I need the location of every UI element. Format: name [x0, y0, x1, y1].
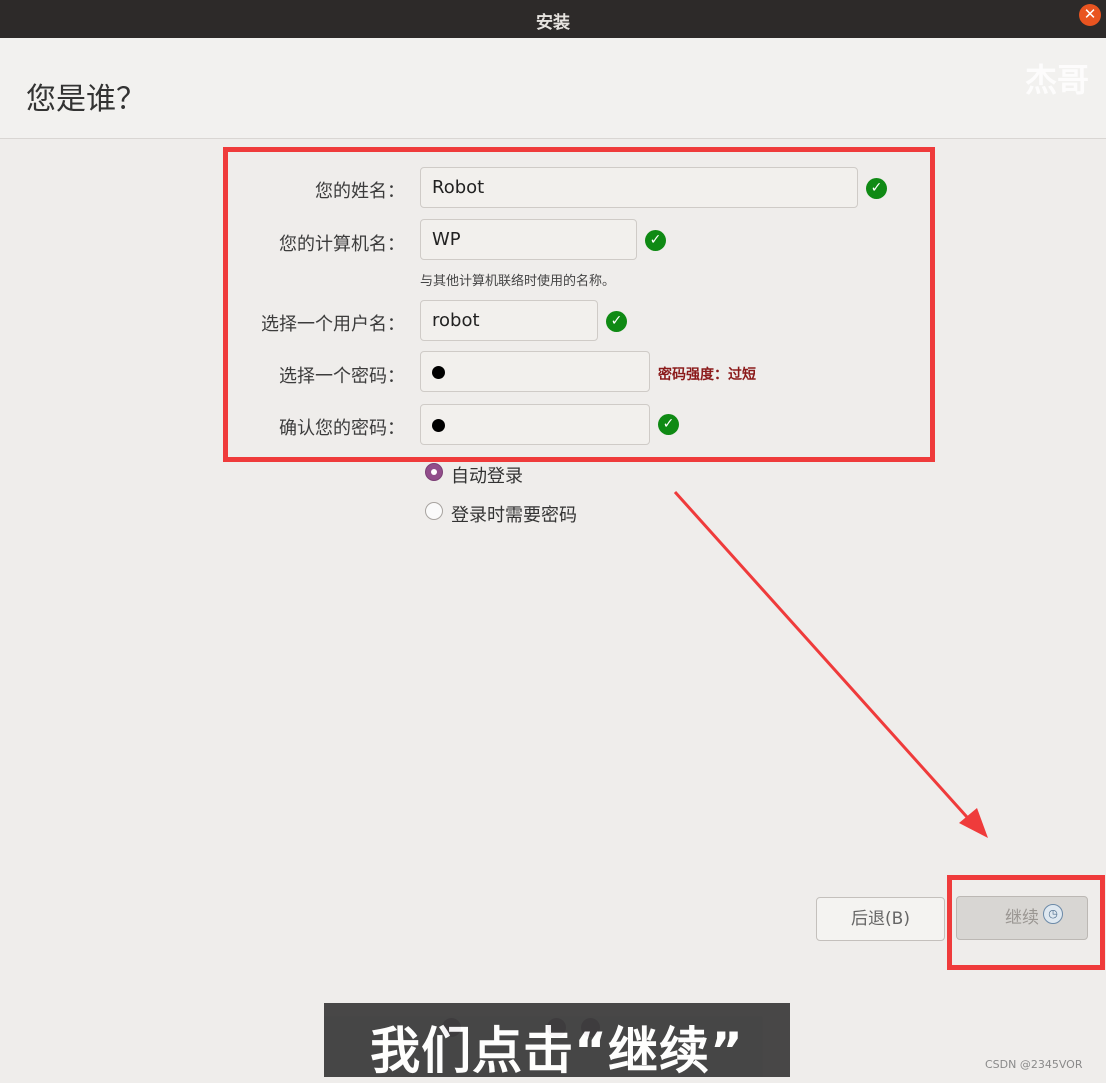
- credit-watermark: CSDN @2345VOR: [985, 1058, 1083, 1071]
- subtitle-caption: 我们点击“继续”: [370, 1022, 744, 1080]
- subtitle-bar: 我们点击“继续”: [324, 1003, 790, 1080]
- continue-highlight-box: [947, 875, 1105, 970]
- back-button[interactable]: 后退(B): [816, 897, 945, 941]
